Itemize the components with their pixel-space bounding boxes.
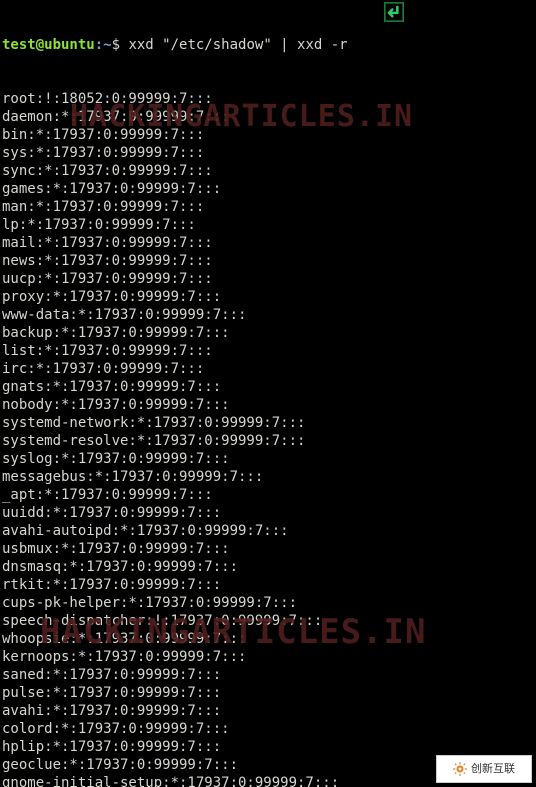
prompt-user: test@ubuntu	[2, 37, 95, 53]
output-lines: root:!:18052:0:99999:7:::daemon:*:17937:…	[2, 90, 534, 787]
output-line: whoopsie:*:17937:0:99999:7:::	[2, 630, 534, 648]
output-line: backup:*:17937:0:99999:7:::	[2, 324, 534, 342]
output-line: sync:*:17937:0:99999:7:::	[2, 162, 534, 180]
output-line: nobody:*:17937:0:99999:7:::	[2, 396, 534, 414]
output-line: pulse:*:17937:0:99999:7:::	[2, 684, 534, 702]
output-line: uucp:*:17937:0:99999:7:::	[2, 270, 534, 288]
gear-icon	[453, 762, 467, 776]
output-line: man:*:17937:0:99999:7:::	[2, 198, 534, 216]
output-line: lp:*:17937:0:99999:7:::	[2, 216, 534, 234]
prompt-line: test@ubuntu:~$ xxd "/etc/shadow" | xxd -…	[2, 36, 534, 54]
output-line: proxy:*:17937:0:99999:7:::	[2, 288, 534, 306]
output-line: uuidd:*:17937:0:99999:7:::	[2, 504, 534, 522]
output-line: daemon:*:17937:0:99999:7:::	[2, 108, 534, 126]
output-line: cups-pk-helper:*:17937:0:99999:7:::	[2, 594, 534, 612]
output-line: hplip:*:17937:0:99999:7:::	[2, 738, 534, 756]
command-text: xxd "/etc/shadow" | xxd -r	[128, 37, 347, 53]
output-line: usbmux:*:17937:0:99999:7:::	[2, 540, 534, 558]
output-line: news:*:17937:0:99999:7:::	[2, 252, 534, 270]
output-line: saned:*:17937:0:99999:7:::	[2, 666, 534, 684]
output-line: irc:*:17937:0:99999:7:::	[2, 360, 534, 378]
output-line: kernoops:*:17937:0:99999:7:::	[2, 648, 534, 666]
logo-text: 创新互联	[471, 760, 515, 778]
output-line: avahi-autoipd:*:17937:0:99999:7:::	[2, 522, 534, 540]
prompt-path: ~	[103, 37, 111, 53]
output-line: gnats:*:17937:0:99999:7:::	[2, 378, 534, 396]
prompt-separator: :	[95, 37, 103, 53]
enter-key-icon	[384, 2, 404, 22]
brand-logo: 创新互联	[436, 755, 532, 783]
output-line: speech-dispatcher:!:17937:0:99999:7:::	[2, 612, 534, 630]
terminal-output[interactable]: test@ubuntu:~$ xxd "/etc/shadow" | xxd -…	[0, 0, 536, 787]
output-line: _apt:*:17937:0:99999:7:::	[2, 486, 534, 504]
output-line: systemd-resolve:*:17937:0:99999:7:::	[2, 432, 534, 450]
output-line: dnsmasq:*:17937:0:99999:7:::	[2, 558, 534, 576]
prompt-dollar: $	[112, 37, 129, 53]
output-line: list:*:17937:0:99999:7:::	[2, 342, 534, 360]
output-line: avahi:*:17937:0:99999:7:::	[2, 702, 534, 720]
output-line: systemd-network:*:17937:0:99999:7:::	[2, 414, 534, 432]
output-line: games:*:17937:0:99999:7:::	[2, 180, 534, 198]
output-line: rtkit:*:17937:0:99999:7:::	[2, 576, 534, 594]
output-line: root:!:18052:0:99999:7:::	[2, 90, 534, 108]
output-line: mail:*:17937:0:99999:7:::	[2, 234, 534, 252]
output-line: sys:*:17937:0:99999:7:::	[2, 144, 534, 162]
output-line: www-data:*:17937:0:99999:7:::	[2, 306, 534, 324]
output-line: colord:*:17937:0:99999:7:::	[2, 720, 534, 738]
output-line: syslog:*:17937:0:99999:7:::	[2, 450, 534, 468]
output-line: bin:*:17937:0:99999:7:::	[2, 126, 534, 144]
output-line: messagebus:*:17937:0:99999:7:::	[2, 468, 534, 486]
